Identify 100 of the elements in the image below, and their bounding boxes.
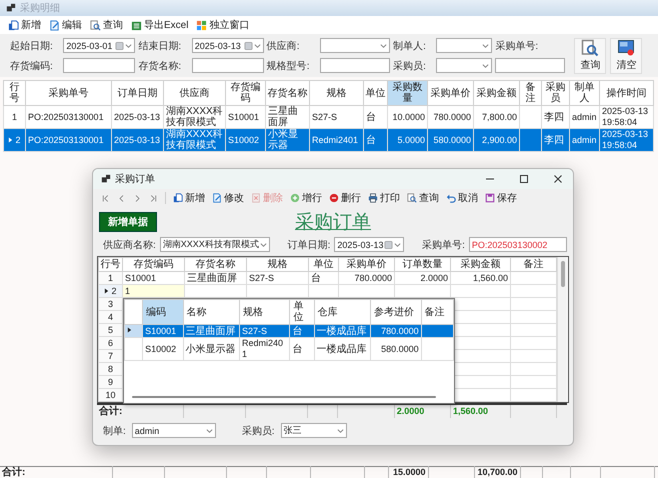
search-icon (90, 20, 101, 30)
column-header[interactable]: 单位 (308, 258, 338, 272)
date-picker[interactable]: 2025-03-13 (334, 237, 404, 252)
column-header[interactable]: 行号 (98, 258, 122, 272)
edit-button[interactable]: 编辑 (47, 18, 84, 32)
column-header[interactable]: 规格 (246, 258, 308, 272)
save-button[interactable]: 保存 (483, 190, 519, 206)
column-header[interactable]: 备注 (520, 80, 542, 106)
dropdown[interactable]: 湖南XXXX科技有限模式 (160, 237, 270, 252)
text-field[interactable] (63, 58, 136, 73)
field-label: 制单人: (393, 40, 427, 52)
table-cell: 台 (308, 272, 338, 284)
new-button[interactable]: 新增 (6, 18, 43, 32)
table-cell: S10002 (226, 128, 266, 152)
column-header[interactable]: 备注 (510, 258, 556, 272)
scrollbar[interactable] (557, 257, 567, 402)
window-icon (6, 3, 16, 13)
column-header[interactable]: 参考进价 (370, 300, 422, 324)
column-header[interactable]: 存货编码 (226, 80, 266, 106)
column-header[interactable]: 单位 (364, 80, 388, 106)
column-header[interactable]: 规格 (310, 80, 364, 106)
new-order-button[interactable]: 新增单据 (99, 212, 157, 232)
dropdown[interactable]: 张三 (280, 423, 347, 438)
dropdown[interactable]: admin (132, 423, 216, 438)
text-field[interactable] (192, 58, 264, 73)
column-header[interactable]: 单位 (290, 300, 314, 324)
row-number: 6 (108, 338, 113, 348)
window-title: 采购订单 (115, 172, 156, 186)
export-button[interactable]: 导出Excel (129, 18, 190, 32)
print-button[interactable]: 打印 (366, 190, 402, 206)
row-number: 1 (12, 112, 17, 122)
delete-icon (251, 193, 261, 203)
last-page-icon (149, 194, 158, 202)
row-number: 9 (108, 376, 113, 388)
search-button[interactable]: 查询 (88, 18, 125, 32)
column-header[interactable]: 采购单价 (338, 258, 394, 272)
column-header[interactable]: 订单日期 (112, 80, 164, 106)
clear-button[interactable]: 清空 (610, 38, 642, 74)
column-header[interactable]: 备注 (421, 300, 454, 324)
date-picker[interactable]: 2025-03-01 (63, 38, 136, 53)
column-header[interactable]: 存货名称 (266, 80, 310, 106)
column-header[interactable]: 规格 (240, 300, 290, 324)
table-cell: 台 (290, 338, 314, 360)
column-header[interactable]: 采购金额 (474, 80, 520, 106)
table-cell: 780.0000 (370, 324, 422, 338)
text-field[interactable]: PO:202503130002 (468, 237, 567, 252)
column-header[interactable]: 制单人 (570, 80, 600, 106)
column-header[interactable]: 采购单号 (26, 80, 112, 106)
cancel-button[interactable]: 取消 (444, 190, 480, 206)
row-number: 5 (108, 324, 113, 336)
column-header[interactable]: 采购数量 (388, 80, 428, 106)
field-label: 存货编码: (10, 60, 54, 72)
text-field[interactable] (495, 58, 566, 73)
total-value: 15.0000 (388, 466, 428, 478)
text-field[interactable] (320, 58, 390, 73)
column-header[interactable]: 订单数量 (394, 258, 450, 272)
column-header[interactable]: 存货编码 (122, 258, 184, 272)
table-cell: 小米显示器 (183, 338, 240, 360)
table-cell: 1 (122, 284, 184, 298)
new-button[interactable]: 新增 (171, 190, 207, 206)
column-header[interactable]: 采购单价 (428, 80, 474, 106)
table-cell: 李四 (542, 128, 570, 152)
spreadsheet-icon (131, 20, 142, 30)
table-cell: admin (570, 128, 600, 152)
field-label: 供应商: (266, 40, 300, 52)
column-header[interactable]: 编码 (142, 300, 184, 324)
add-row-button[interactable]: 增行 (288, 190, 324, 206)
field-label: 存货名称: (138, 60, 182, 72)
caret-icon (380, 42, 388, 50)
column-header[interactable]: 行号 (4, 80, 26, 106)
table-cell: Redmi2401 (240, 338, 290, 360)
column-header[interactable]: 仓库 (314, 300, 371, 324)
caret-icon (260, 240, 267, 248)
search-button[interactable]: 查询 (574, 38, 606, 74)
clear-icon (617, 39, 636, 57)
window-icon (196, 20, 208, 30)
table-row[interactable]: S10001 三星曲面屏 S27-S 台 一楼成品库 780.0000 (124, 324, 454, 338)
caret-icon (336, 426, 344, 434)
window-button[interactable]: 独立窗口 (194, 18, 252, 32)
search-button[interactable]: 查询 (405, 190, 441, 206)
total-value: 10,700.00 (474, 466, 520, 478)
column-header[interactable]: 存货名称 (184, 258, 246, 272)
dropdown[interactable] (436, 38, 492, 53)
column-header[interactable]: 采购金额 (450, 258, 510, 272)
dropdown[interactable] (436, 58, 492, 73)
new-document-icon (173, 193, 183, 203)
scrollbar[interactable] (132, 396, 436, 398)
edit-button[interactable]: 修改 (210, 190, 246, 206)
date-picker[interactable]: 2025-03-13 (192, 38, 264, 53)
column-header[interactable]: 名称 (183, 300, 240, 324)
column-header[interactable]: 采购员 (542, 80, 570, 106)
row-number: 10 (105, 390, 116, 400)
field-label: 结束日期: (138, 40, 182, 52)
edit-icon (49, 20, 60, 30)
column-header[interactable]: 操作时间 (600, 80, 654, 106)
search-icon (581, 39, 600, 57)
dropdown[interactable] (320, 38, 390, 53)
column-header[interactable]: 供应商 (164, 80, 226, 106)
table-cell: 一楼成品库 (314, 338, 371, 360)
delete-row-button[interactable]: 删行 (327, 190, 363, 206)
